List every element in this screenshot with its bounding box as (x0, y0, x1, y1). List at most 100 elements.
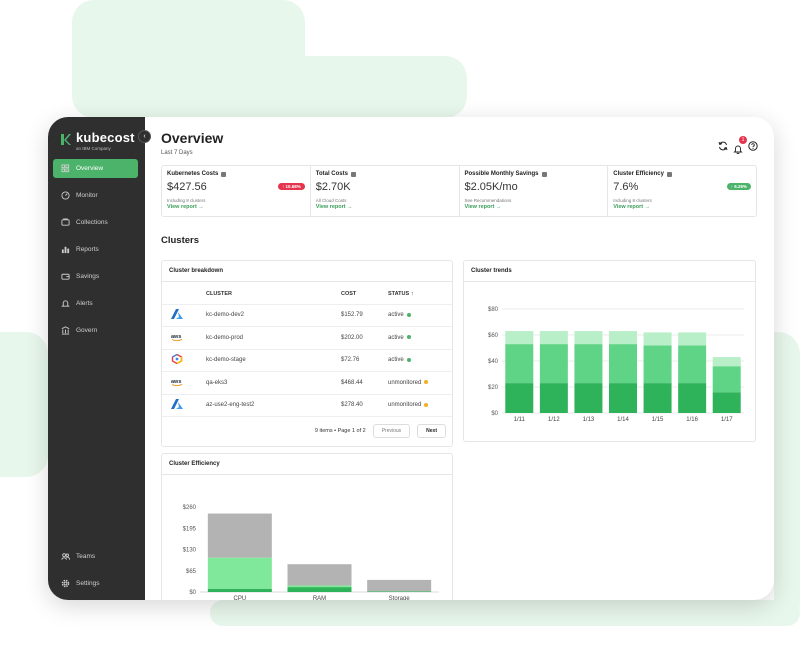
sidebar-item-monitor[interactable]: Monitor (53, 186, 138, 205)
kpi-card: Kubernetes Costs $427.56 Including 8 clu… (162, 166, 311, 216)
kubecost-logo-icon (61, 134, 71, 145)
notification-badge: 1 (739, 136, 747, 144)
grid-icon (61, 164, 70, 173)
provider-cell: aws (162, 371, 206, 395)
view-report-link[interactable]: View report → (316, 204, 454, 210)
logo-text: kubecost (76, 130, 135, 145)
bar-segment[interactable] (643, 332, 672, 346)
bar-segment[interactable] (207, 513, 272, 558)
bar-segment[interactable] (712, 357, 741, 367)
bar-segment[interactable] (643, 383, 672, 413)
sidebar-item-label: Collections (76, 219, 108, 226)
bar-segment[interactable] (678, 383, 707, 413)
azure-icon (171, 309, 183, 320)
bar-segment[interactable] (505, 344, 534, 384)
bar-segment[interactable] (643, 345, 672, 384)
gcp-icon (171, 354, 183, 365)
view-report-link[interactable]: View report → (465, 204, 603, 210)
y-tick-label: $40 (488, 359, 499, 365)
bar-segment[interactable] (609, 331, 637, 345)
y-tick-label: $130 (183, 548, 197, 554)
info-icon[interactable] (350, 171, 356, 177)
svg-text:aws: aws (171, 379, 181, 385)
view-report-link[interactable]: View report → (613, 204, 751, 210)
info-icon[interactable] (221, 171, 227, 177)
cluster-table: CLUSTER COST STATUS ↑ kc-demo-dev2 $152.… (162, 284, 452, 417)
view-report-link[interactable]: View report → (167, 204, 305, 210)
bar-segment[interactable] (712, 392, 741, 413)
bar-segment[interactable] (539, 383, 568, 413)
bar-segment[interactable] (207, 588, 272, 592)
bar-segment[interactable] (678, 332, 707, 346)
sidebar-item-teams[interactable]: Teams (53, 547, 138, 566)
provider-cell (162, 304, 206, 327)
bar-segment[interactable] (505, 383, 534, 413)
column-header-cluster[interactable]: CLUSTER (206, 284, 341, 305)
sidebar-item-alerts[interactable]: Alerts (53, 294, 138, 313)
kpi-card: Cluster Efficiency 7.6% Including 8 clus… (608, 166, 756, 216)
table-row[interactable]: aws qa-eks3 $468.44 unmonitored (162, 371, 452, 395)
kpi-label: Possible Monthly Savings (465, 171, 603, 177)
column-header-status[interactable]: STATUS ↑ (388, 284, 452, 305)
status-dot (406, 335, 411, 340)
next-page-button[interactable]: Next (417, 424, 446, 438)
kpi-subtext: Including 8 clusters (613, 198, 652, 203)
cluster-status: unmonitored (388, 371, 452, 395)
sidebar-item-label: Monitor (76, 192, 98, 199)
bar-segment[interactable] (574, 331, 603, 345)
y-tick-label: $0 (189, 590, 196, 596)
table-row[interactable]: aws kc-demo-prod $202.00 active (162, 326, 452, 350)
sidebar-item-settings[interactable]: Settings (53, 574, 138, 593)
logo: kubecost (61, 130, 135, 145)
y-tick-label: $195 (183, 526, 197, 532)
column-header-cost[interactable]: COST (341, 284, 388, 305)
sidebar-item-label: Reports (76, 246, 99, 253)
bar-segment[interactable] (287, 564, 352, 586)
bar-segment[interactable] (609, 344, 637, 384)
notifications-button[interactable]: 1 (733, 136, 747, 155)
bar-segment[interactable] (539, 344, 568, 384)
table-row[interactable]: kc-demo-dev2 $152.79 active (162, 304, 452, 327)
y-tick-label: $80 (488, 307, 499, 313)
sidebar-item-reports[interactable]: Reports (53, 240, 138, 259)
cluster-cost: $152.79 (341, 304, 388, 327)
table-header-row: CLUSTER COST STATUS ↑ (162, 284, 452, 305)
bar-segment[interactable] (367, 591, 432, 592)
refresh-icon[interactable] (718, 141, 728, 151)
bar-segment[interactable] (678, 345, 707, 384)
sidebar-item-govern[interactable]: Govern (53, 321, 138, 340)
bar-segment[interactable] (539, 331, 568, 345)
bar-segment[interactable] (609, 383, 637, 413)
wallet-icon (61, 273, 70, 280)
table-row[interactable]: az-use2-eng-test2 $278.40 unmonitored (162, 394, 452, 417)
y-tick-label: $0 (491, 411, 498, 417)
y-tick-label: $65 (186, 569, 197, 575)
status-dot (406, 312, 411, 317)
sidebar-item-label: Settings (76, 580, 100, 587)
info-icon[interactable] (541, 171, 547, 177)
sidebar-item-savings[interactable]: Savings (53, 267, 138, 286)
bar-segment[interactable] (207, 557, 272, 589)
bar-segment[interactable] (712, 366, 741, 393)
bar-segment[interactable] (574, 383, 603, 413)
sidebar-item-collections[interactable]: Collections (53, 213, 138, 232)
previous-page-button[interactable]: Previous (372, 424, 411, 438)
kpi-card: Total Costs $2.70K All Cloud Costs View … (311, 166, 460, 216)
bar-segment[interactable] (505, 331, 534, 345)
collapse-sidebar-button[interactable]: ‹ (138, 130, 151, 143)
info-icon[interactable] (666, 171, 672, 177)
bar-segment[interactable] (287, 585, 352, 588)
help-icon[interactable] (748, 141, 758, 151)
sidebar-item-overview[interactable]: Overview (53, 159, 138, 178)
table-row[interactable]: kc-demo-stage $72.76 active (162, 349, 452, 372)
kpi-label: Kubernetes Costs (167, 171, 305, 177)
cluster-status: active (388, 349, 452, 372)
background-shape (774, 332, 800, 626)
cluster-cost: $202.00 (341, 326, 388, 350)
bar-segment[interactable] (287, 587, 352, 592)
svg-text:aws: aws (171, 334, 181, 340)
bar-segment[interactable] (574, 344, 603, 384)
sidebar-item-label: Savings (76, 273, 100, 280)
background-shape (210, 600, 800, 626)
bar-segment[interactable] (367, 579, 432, 592)
